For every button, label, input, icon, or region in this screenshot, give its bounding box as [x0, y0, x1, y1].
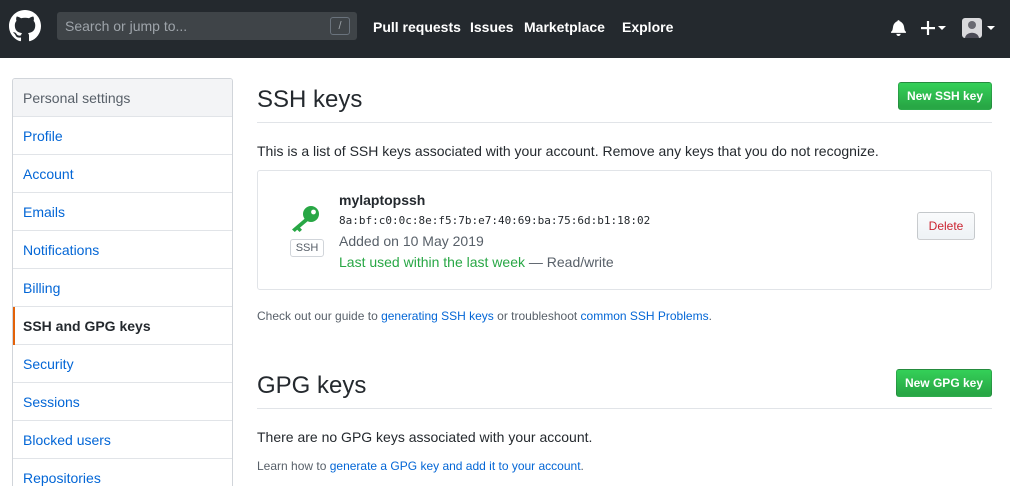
ssh-key-fingerprint: 8a:bf:c0:0c:8e:f5:7b:e7:40:69:ba:75:6d:b… [339, 214, 651, 227]
sidebar-item-emails[interactable]: Emails [13, 193, 232, 231]
sidebar-item-account[interactable]: Account [13, 155, 232, 193]
global-header: / Pull requests Issues Marketplace Explo… [0, 0, 1010, 58]
avatar [962, 18, 995, 38]
ssh-guide-prefix: Check out our guide to [257, 309, 382, 323]
ssh-key-last-used-text: Last used within the last week [339, 254, 525, 270]
github-logo-icon[interactable] [9, 10, 41, 42]
create-new-menu[interactable] [920, 18, 948, 38]
ssh-guide-text: Check out our guide to generating SSH ke… [257, 309, 712, 323]
user-menu[interactable] [961, 17, 997, 39]
ssh-badge: SSH [290, 239, 324, 257]
search-input[interactable] [57, 12, 327, 40]
nav-issues[interactable]: Issues [470, 19, 514, 35]
new-ssh-key-button[interactable]: New SSH key [898, 82, 992, 110]
delete-ssh-key-button[interactable]: Delete [917, 212, 975, 240]
generating-ssh-keys-link[interactable]: generating SSH keys [381, 309, 494, 323]
generate-gpg-key-link[interactable]: generate a GPG key and add it to your ac… [330, 459, 581, 473]
ssh-keys-title: SSH keys [257, 86, 363, 113]
ssh-key-added-date: Added on 10 May 2019 [339, 233, 484, 249]
ssh-key-last-used: Last used within the last week — Read/wr… [339, 254, 614, 270]
sidebar-item-notifications[interactable]: Notifications [13, 231, 232, 269]
gpg-learn-text: Learn how to generate a GPG key and add … [257, 459, 584, 473]
nav-pull-requests[interactable]: Pull requests [373, 19, 461, 35]
ssh-key-name: mylaptopssh [339, 192, 426, 208]
sidebar-item-sessions[interactable]: Sessions [13, 383, 232, 421]
sidebar-item-profile[interactable]: Profile [13, 117, 232, 155]
sidebar-heading: Personal settings [13, 79, 232, 117]
gpg-keys-title: GPG keys [257, 372, 367, 399]
sidebar-item-billing[interactable]: Billing [13, 269, 232, 307]
bell-icon[interactable] [891, 19, 906, 36]
new-gpg-key-button[interactable]: New GPG key [896, 369, 992, 397]
ssh-guide-middle: or troubleshoot [493, 309, 581, 323]
gpg-empty-message: There are no GPG keys associated with yo… [257, 429, 593, 445]
sidebar-item-ssh-gpg-keys[interactable]: SSH and GPG keys [13, 307, 232, 345]
sidebar-item-blocked-users[interactable]: Blocked users [13, 421, 232, 459]
ssh-description: This is a list of SSH keys associated wi… [257, 143, 879, 159]
nav-explore[interactable]: Explore [622, 19, 673, 35]
ssh-key-item: SSH mylaptopssh 8a:bf:c0:0c:8e:f5:7b:e7:… [257, 170, 992, 290]
search-box: / [57, 12, 357, 40]
divider [257, 122, 992, 123]
gpg-learn-suffix: . [580, 459, 584, 473]
settings-sidebar: Personal settings Profile Account Emails… [12, 78, 233, 486]
plus-icon [921, 21, 946, 35]
ssh-key-access: — Read/write [528, 254, 614, 270]
common-ssh-problems-link[interactable]: common SSH Problems [581, 309, 709, 323]
gpg-learn-prefix: Learn how to [257, 459, 330, 473]
slash-shortcut-hint: / [330, 17, 350, 35]
sidebar-item-repositories[interactable]: Repositories [13, 459, 232, 486]
key-icon [292, 206, 319, 232]
divider [257, 408, 992, 409]
ssh-guide-suffix: . [708, 309, 712, 323]
nav-marketplace[interactable]: Marketplace [524, 19, 605, 35]
sidebar-item-security[interactable]: Security [13, 345, 232, 383]
